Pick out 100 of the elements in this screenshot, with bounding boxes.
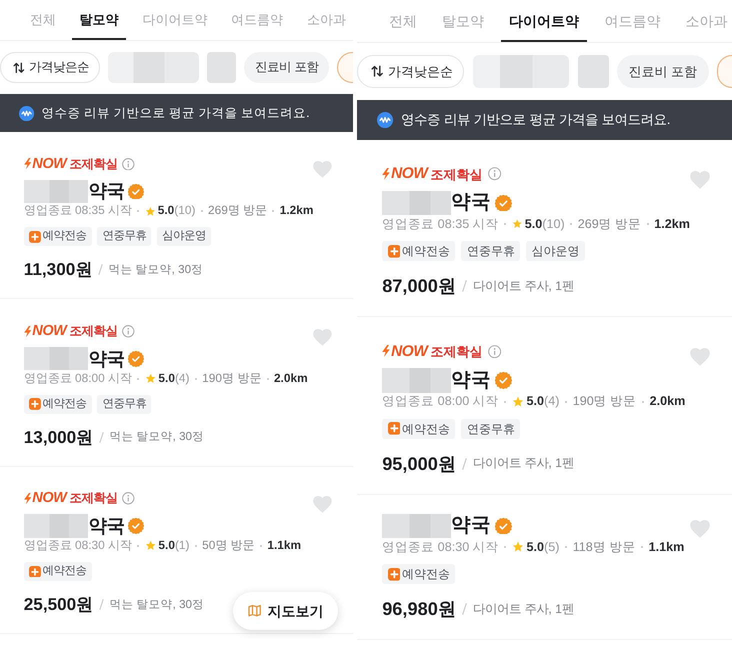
filter-chip[interactable] — [337, 52, 353, 83]
distance-text: 1.2km — [654, 218, 690, 231]
unit-text: 먹는 탈모약, 30정 — [109, 429, 204, 446]
plus-icon — [388, 422, 400, 435]
review-count: (10) — [174, 205, 196, 218]
heart-icon[interactable] — [313, 496, 332, 513]
info-icon[interactable] — [122, 325, 135, 338]
now-label: NOW — [391, 344, 428, 360]
category-tab[interactable]: 탈모약 — [72, 0, 126, 40]
hours-text: 영업종료 08:30 시작 — [382, 540, 499, 554]
price-text: 96,980원 — [382, 600, 456, 618]
info-icon[interactable] — [122, 492, 135, 505]
lightning-icon — [382, 345, 390, 358]
dispensing-label: 조제확실 — [430, 168, 483, 181]
distance-text: 2.0km — [650, 395, 686, 408]
sort-button[interactable]: 가격낮은순 — [0, 52, 100, 83]
hours-text: 영업종료 08:35 시작 — [24, 205, 132, 218]
heart-icon[interactable] — [313, 161, 332, 178]
distance-text: 2.0km — [274, 372, 308, 385]
rating-value: 5.0 — [526, 395, 544, 408]
rating-value: 5.0 — [158, 372, 175, 385]
plus-icon — [28, 566, 41, 578]
category-tab[interactable]: 다이어트약 — [501, 0, 588, 42]
rating-value: 5.0 — [524, 218, 542, 231]
category-tab[interactable]: 여드름약 — [596, 0, 668, 42]
sort-icon — [371, 65, 384, 78]
lightning-icon — [24, 158, 32, 170]
notice-text: 영수증 리뷰 기반으로 평균 가격을 보여드려요. — [401, 111, 670, 129]
category-tab[interactable]: 소아과 — [299, 0, 353, 40]
plus-icon — [28, 398, 41, 410]
dispensing-label: 조제확실 — [70, 492, 118, 505]
price-text: 87,000원 — [382, 277, 456, 296]
lightning-icon — [24, 326, 32, 338]
tag-label: 예약전송 — [402, 566, 450, 584]
heart-icon[interactable] — [690, 171, 710, 190]
visit-count: 269명 방문 — [208, 205, 268, 218]
tag-label: 연중무휴 — [466, 243, 515, 260]
price-text: 11,300원 — [24, 261, 92, 278]
tag-label: 예약전송 — [42, 229, 86, 244]
pharmacy-name: 약국 — [450, 516, 491, 536]
review-count: (10) — [542, 218, 565, 231]
category-tab[interactable]: 전체 — [380, 0, 425, 42]
blurred-chip — [206, 52, 236, 83]
plus-icon — [28, 230, 41, 243]
filter-chip[interactable]: 진료비 포함 — [616, 55, 709, 88]
info-icon[interactable] — [488, 344, 501, 358]
tag-label: 예약전송 — [42, 564, 86, 579]
unit-text: 다이어트 주사, 1펜 — [472, 455, 574, 472]
hours-text: 영업종료 08:35 시작 — [382, 218, 499, 231]
category-tab[interactable]: 전체 — [22, 0, 64, 40]
pharmacy-name: 약국 — [88, 350, 124, 368]
category-tab[interactable]: 탈모약 — [434, 0, 492, 42]
price-text: 25,500원 — [24, 596, 94, 614]
category-tab[interactable]: 소아과 — [677, 0, 732, 42]
category-tab[interactable]: 여드름약 — [224, 0, 291, 40]
lightning-icon — [24, 492, 32, 504]
rating-value: 5.0 — [158, 540, 175, 552]
info-icon[interactable] — [488, 167, 501, 181]
blurred-chip — [578, 55, 608, 88]
rating-value: 5.0 — [526, 540, 544, 554]
unit-text: 다이어트 주사, 1펜 — [472, 600, 574, 618]
pharmacy-name: 약국 — [450, 193, 491, 213]
unit-text: 다이어트 주사, 1펜 — [472, 278, 574, 296]
sort-button[interactable]: 가격낮은순 — [357, 55, 464, 88]
heart-icon[interactable] — [313, 328, 332, 346]
heart-icon[interactable] — [690, 348, 710, 366]
tag-label: 심야운영 — [532, 243, 580, 260]
star-icon — [512, 218, 522, 230]
hours-text: 영업종료 08:00 시작 — [382, 395, 499, 408]
star-icon — [144, 373, 156, 384]
distance-text: 1.1km — [267, 540, 302, 552]
map-icon — [248, 604, 262, 618]
filter-chip[interactable]: 진료비 포함 — [244, 52, 330, 83]
star-icon — [144, 540, 156, 552]
plus-icon — [388, 244, 400, 258]
review-count: (4) — [544, 395, 560, 408]
plus-icon — [388, 568, 400, 581]
price-text: 95,000원 — [382, 454, 456, 473]
review-count: (4) — [174, 372, 190, 385]
category-tab[interactable]: 다이어트약 — [134, 0, 215, 40]
now-label: NOW — [391, 166, 428, 182]
sort-icon — [13, 62, 25, 74]
map-button[interactable]: 지도보기 — [233, 592, 338, 630]
info-icon[interactable] — [122, 158, 135, 170]
pharmacy-name: 약국 — [88, 182, 124, 201]
dispensing-label: 조제확실 — [430, 344, 483, 358]
now-label: NOW — [32, 324, 66, 339]
rating-value: 5.0 — [158, 205, 174, 218]
dispensing-label: 조제확실 — [70, 158, 118, 170]
tag-label: 예약전송 — [402, 420, 450, 438]
filter-chip[interactable] — [717, 55, 732, 88]
waveform-icon — [377, 112, 394, 128]
tag-label: 심야운영 — [162, 229, 206, 244]
visit-count: 50명 방문 — [202, 540, 255, 552]
distance-text: 1.1km — [648, 540, 684, 554]
heart-icon[interactable] — [690, 520, 710, 538]
dispensing-label: 조제확실 — [70, 325, 118, 338]
star-icon — [512, 541, 524, 554]
price-text: 13,000원 — [24, 428, 94, 446]
now-label: NOW — [32, 491, 66, 506]
